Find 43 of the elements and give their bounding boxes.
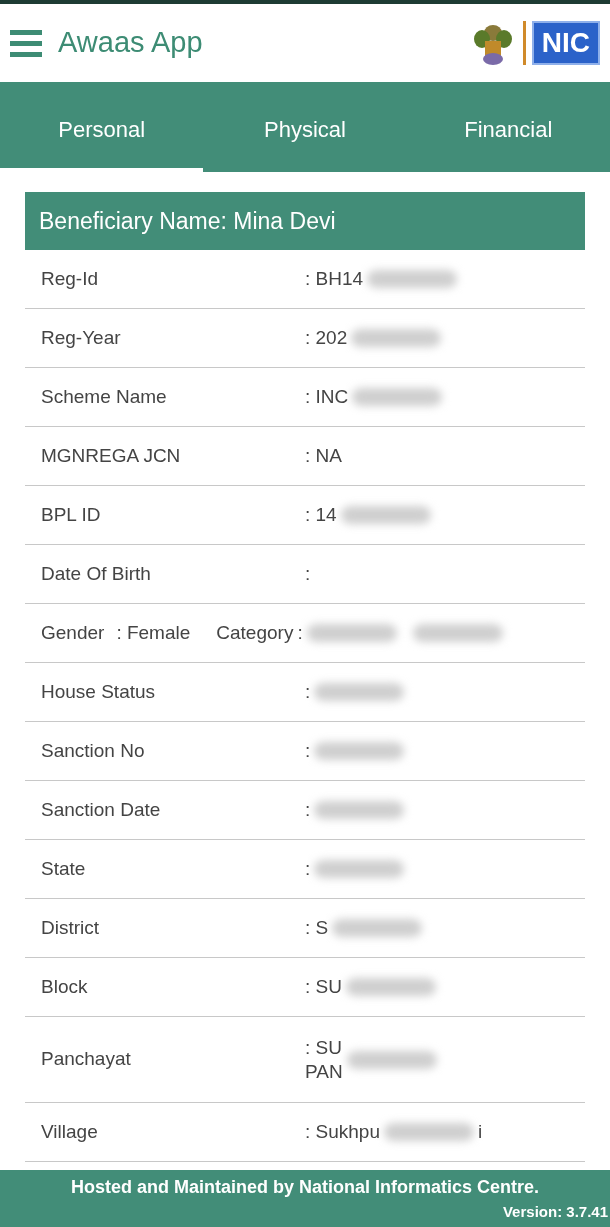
field-value: : Sukhpu [305, 1120, 380, 1144]
field-label: Reg-Year [41, 325, 122, 350]
field-value: : INC [305, 385, 349, 409]
field-value: : [297, 620, 303, 645]
field-value: : [305, 739, 311, 763]
field-value: : 202 [305, 326, 348, 350]
field-value: : BH14 [305, 267, 364, 291]
version-text: Version: 3.7.41 [502, 1201, 609, 1222]
tab[interactable]: Physical [203, 82, 407, 172]
nic-logo: NIC [531, 21, 600, 65]
field-label: State [41, 856, 87, 881]
tab[interactable]: Personal [0, 82, 204, 172]
field-value: : [305, 562, 311, 586]
field-label: Category [216, 620, 294, 645]
field-label: Sanction No [41, 738, 146, 763]
field-label: Scheme Name [41, 384, 168, 409]
field-value: : Female [116, 620, 191, 645]
field-value: : [305, 857, 311, 881]
field-label: Village [41, 1119, 99, 1144]
field-label: Panchayat [41, 1047, 132, 1072]
tab[interactable]: Financial [406, 82, 610, 172]
field-label: BPL ID [41, 502, 102, 527]
menu-icon[interactable] [10, 27, 42, 59]
field-value: : SU [305, 975, 342, 999]
field-value: : 14 [305, 503, 337, 527]
field-value: PAN [305, 1059, 343, 1084]
footer-text: Hosted and Maintained by National Informatics Centre. [70, 1175, 540, 1199]
beneficiary-name: Beneficiary Name: Mina Devi [39, 206, 336, 236]
field-label: MGNREGA JCN [41, 443, 182, 468]
field-value: : SU [305, 1035, 343, 1060]
app-title: Awaas App [58, 25, 203, 61]
field-label: Block [41, 974, 89, 999]
field-label: District [41, 915, 101, 940]
field-label: Date Of Birth [41, 561, 152, 586]
field-value: : S [305, 916, 329, 940]
field-label: Sanction Date [41, 797, 162, 822]
field-label: Gender [41, 620, 105, 645]
field-label: House Status [41, 679, 157, 704]
field-value: : [305, 798, 311, 822]
field-value: : NA [305, 444, 342, 468]
field-value: : [305, 680, 311, 704]
field-label: Reg-Id [41, 266, 100, 291]
field-value: i [478, 1119, 483, 1144]
